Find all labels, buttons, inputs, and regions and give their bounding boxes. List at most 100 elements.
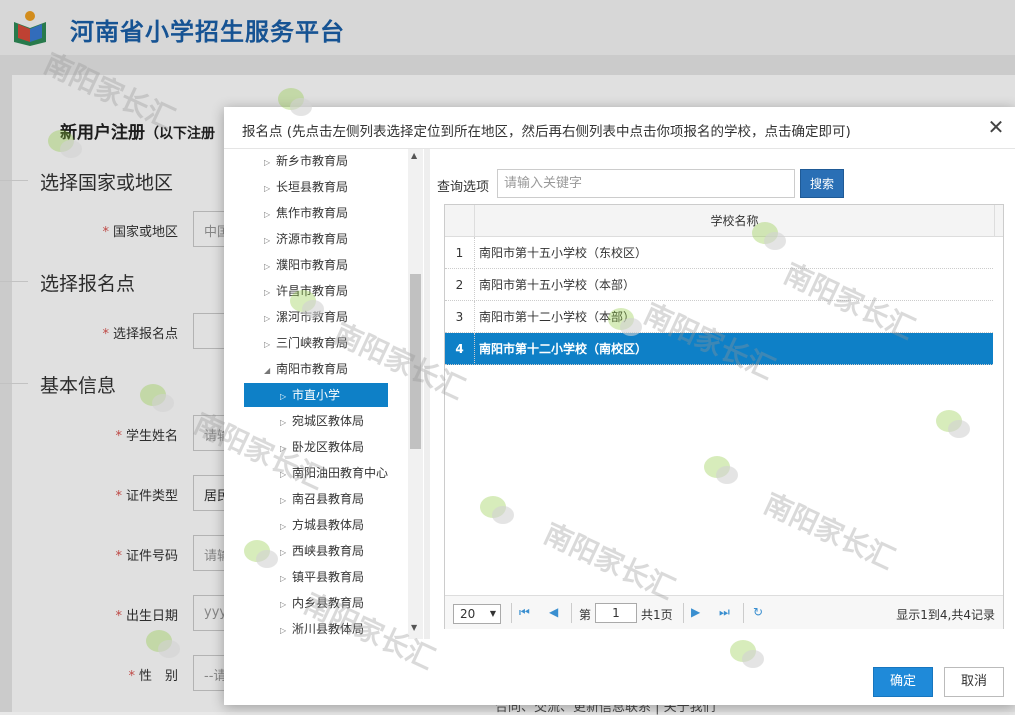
caret-right-icon[interactable]: ▷: [280, 437, 292, 461]
caret-right-icon[interactable]: ▷: [264, 203, 276, 227]
tree-item-label: 市直小学: [292, 388, 341, 402]
caret-right-icon[interactable]: ▷: [264, 307, 276, 331]
tree-item-selected[interactable]: ▷ 市直小学: [244, 383, 388, 407]
tree-item-label: 濮阳市教育局: [276, 258, 349, 272]
panel-splitter[interactable]: [424, 149, 430, 639]
school-name-cell: 南阳市第十五小学校（本部）: [479, 278, 636, 292]
caret-right-icon[interactable]: ▷: [280, 619, 292, 639]
prev-page-icon[interactable]: ◀: [549, 605, 558, 619]
grid-header: 学校名称: [445, 205, 1003, 237]
tree-item[interactable]: ▷ 内乡县教育局: [244, 591, 394, 615]
pager-separator: [571, 603, 572, 623]
table-row[interactable]: 3 南阳市第十二小学校（本部）: [445, 301, 993, 333]
table-row[interactable]: 2 南阳市第十五小学校（本部）: [445, 269, 993, 301]
tree-item-label: 镇平县教育局: [292, 570, 365, 584]
row-number: 1: [445, 237, 475, 269]
tree-item[interactable]: ▷ 三门峡教育局: [264, 331, 414, 355]
school-name-cell: 南阳市第十二小学校（南校区）: [479, 342, 648, 356]
current-page-input[interactable]: 1: [595, 603, 637, 623]
scroll-up-icon[interactable]: ▲: [411, 151, 417, 160]
tree-item-label: 长垣县教育局: [276, 180, 349, 194]
record-info: 显示1到4,共4记录: [896, 608, 995, 622]
row-number: 4: [445, 333, 475, 365]
tree-item-label: 西峡县教育局: [292, 544, 365, 558]
caret-right-icon[interactable]: ▷: [280, 515, 292, 539]
refresh-icon[interactable]: ↻: [753, 605, 763, 619]
row-number: 3: [445, 301, 475, 333]
tree-item[interactable]: ▷ 长垣县教育局: [264, 175, 414, 199]
scrollbar-thumb[interactable]: [410, 274, 421, 449]
table-row[interactable]: 4 南阳市第十二小学校（南校区）: [445, 333, 993, 365]
cancel-button[interactable]: 取消: [944, 667, 1004, 697]
tree-item-label: 淅川县教体局: [292, 622, 365, 636]
tree-item[interactable]: ▷ 方城县教体局: [244, 513, 394, 537]
search-input[interactable]: [497, 169, 795, 198]
tree-item[interactable]: ▷ 西峡县教育局: [244, 539, 394, 563]
dialog-header: 报名点 (先点击左侧列表选择定位到所在地区，然后再右侧列表中点击你项报名的学校，…: [224, 107, 1015, 149]
tree-item-label: 漯河市教育局: [276, 310, 349, 324]
caret-right-icon[interactable]: ▷: [280, 567, 292, 591]
tree-item[interactable]: ▷ 焦作市教育局: [264, 201, 414, 225]
tree-item-label: 三门峡教育局: [276, 336, 349, 350]
search-label: 查询选项: [437, 180, 490, 195]
tree-item[interactable]: ▷ 南阳油田教育中心: [244, 461, 394, 485]
close-icon[interactable]: ✕: [987, 117, 1005, 137]
confirm-button[interactable]: 确定: [873, 667, 933, 697]
tree-item[interactable]: ▷ 卧龙区教体局: [244, 435, 394, 459]
pager-separator: [511, 603, 512, 623]
next-page-icon[interactable]: ▶: [691, 605, 700, 619]
caret-down-icon[interactable]: ◢: [264, 359, 276, 383]
page-label-after: 共1页: [641, 608, 673, 622]
table-row[interactable]: 1 南阳市第十五小学校（东校区）: [445, 237, 993, 269]
caret-right-icon[interactable]: ▷: [280, 411, 292, 435]
row-number: 2: [445, 269, 475, 301]
tree-item[interactable]: ▷ 淅川县教体局: [244, 617, 394, 639]
last-page-icon[interactable]: ⏭: [719, 605, 730, 620]
pager-separator: [683, 603, 684, 623]
caret-right-icon[interactable]: ▷: [264, 229, 276, 253]
region-tree: ▷ 新乡市教育局 ▷ 长垣县教育局 ▷ 焦作市教育局 ▷ 济源市教育局 ▷ 濮阳市教育局 ▷ 许昌市教…: [224, 149, 424, 639]
caret-right-icon[interactable]: ▷: [264, 333, 276, 357]
tree-item-label: 济源市教育局: [276, 232, 349, 246]
tree-item-label: 卧龙区教体局: [292, 440, 365, 454]
tree-item[interactable]: ▷ 许昌市教育局: [264, 279, 414, 303]
tree-item-label: 内乡县教育局: [292, 596, 365, 610]
pager-separator: [743, 603, 744, 623]
caret-right-icon[interactable]: ▷: [264, 177, 276, 201]
school-name-header[interactable]: 学校名称: [475, 205, 995, 237]
tree-item[interactable]: ▷ 宛城区教体局: [244, 409, 394, 433]
tree-item[interactable]: ◢ 南阳市教育局: [264, 357, 414, 381]
scroll-down-icon[interactable]: ▼: [411, 623, 417, 632]
tree-item-label: 南召县教育局: [292, 492, 365, 506]
tree-item-label: 南阳油田教育中心: [292, 466, 389, 480]
school-name-cell: 南阳市第十五小学校（东校区）: [479, 246, 648, 260]
tree-item-label: 方城县教体局: [292, 518, 365, 532]
tree-item[interactable]: ▷ 漯河市教育局: [264, 305, 414, 329]
tree-item[interactable]: ▷ 新乡市教育局: [264, 149, 414, 173]
caret-right-icon[interactable]: ▷: [264, 281, 276, 305]
row-number-header: [445, 205, 475, 237]
first-page-icon[interactable]: ⏮: [519, 605, 530, 620]
caret-right-icon[interactable]: ▷: [280, 463, 292, 487]
caret-right-icon[interactable]: ▷: [280, 541, 292, 565]
caret-right-icon[interactable]: ▷: [264, 255, 276, 279]
page-size-select[interactable]: 20 ▼: [453, 604, 501, 624]
signup-point-dialog: 报名点 (先点击左侧列表选择定位到所在地区，然后再右侧列表中点击你项报名的学校，…: [224, 107, 1015, 705]
caret-right-icon[interactable]: ▷: [280, 593, 292, 617]
tree-scrollbar[interactable]: ▲ ▼: [408, 149, 423, 639]
caret-right-icon[interactable]: ▷: [264, 151, 276, 175]
caret-right-icon[interactable]: ▷: [280, 489, 292, 513]
tree-item-label: 新乡市教育局: [276, 154, 349, 168]
tree-item-label: 许昌市教育局: [276, 284, 349, 298]
tree-item-label: 焦作市教育局: [276, 206, 349, 220]
search-button[interactable]: 搜索: [800, 169, 844, 198]
pagination-bar: 20 ▼ ⏮ ◀ 第 1 共1页 ▶ ⏭ ↻ 显示1到4,共4记录: [445, 595, 1003, 629]
tree-item[interactable]: ▷ 镇平县教育局: [244, 565, 394, 589]
school-name-cell: 南阳市第十二小学校（本部）: [479, 310, 636, 324]
tree-item[interactable]: ▷ 济源市教育局: [264, 227, 414, 251]
tree-item[interactable]: ▷ 南召县教育局: [244, 487, 394, 511]
page-label-before: 第: [579, 608, 592, 622]
tree-item[interactable]: ▷ 濮阳市教育局: [264, 253, 414, 277]
caret-right-icon[interactable]: ▷: [280, 385, 292, 409]
dialog-title: 报名点 (先点击左侧列表选择定位到所在地区，然后再右侧列表中点击你项报名的学校，…: [242, 124, 851, 140]
